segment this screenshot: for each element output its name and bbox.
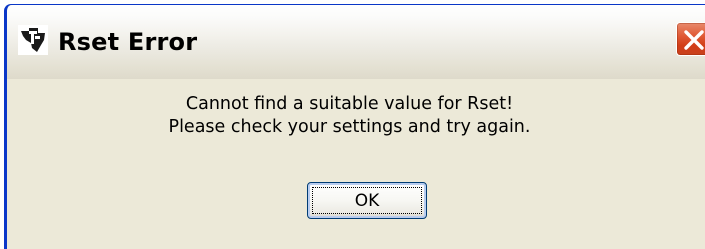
window-title: Rset Error: [58, 28, 198, 56]
close-icon: [684, 30, 704, 50]
ok-button[interactable]: OK: [307, 182, 427, 219]
ti-logo-icon: [18, 25, 48, 55]
error-dialog: Rset Error Cannot find a suitable value …: [4, 4, 705, 249]
close-button[interactable]: [676, 22, 705, 56]
error-message-line-2: Please check your settings and try again…: [168, 117, 531, 137]
title-bar[interactable]: Rset Error: [7, 5, 705, 79]
dialog-body: Cannot find a suitable value for Rset! P…: [7, 79, 705, 249]
ok-button-label: OK: [312, 187, 422, 214]
error-message-line-1: Cannot find a suitable value for Rset!: [185, 94, 514, 114]
